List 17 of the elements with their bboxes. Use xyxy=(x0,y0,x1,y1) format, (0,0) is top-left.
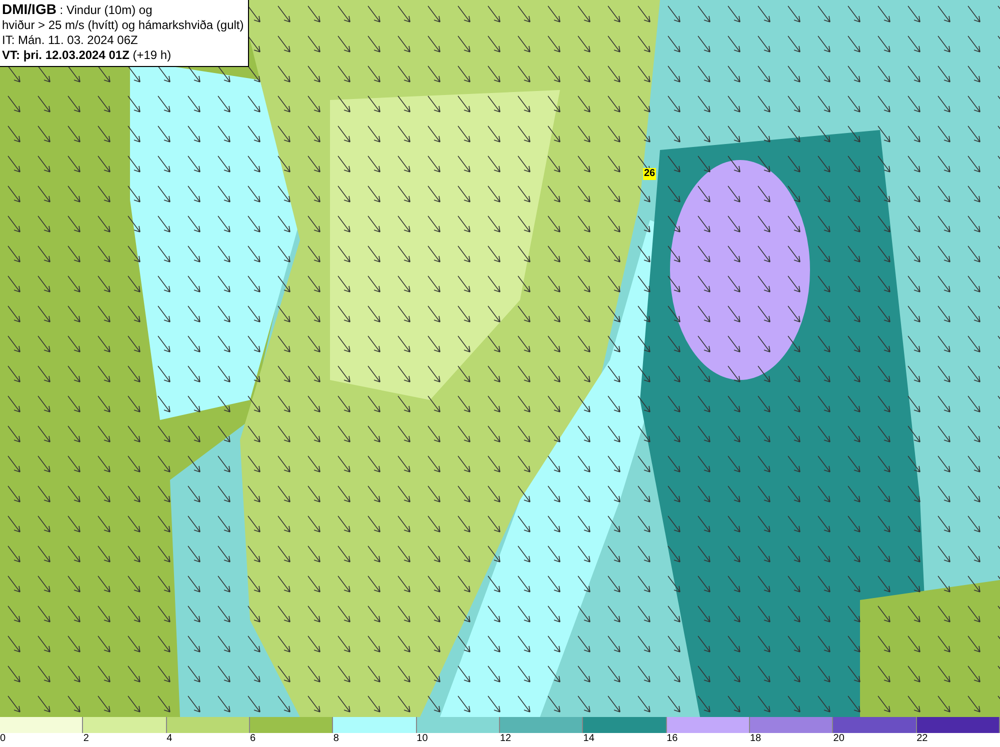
legend-label: 8 xyxy=(333,733,340,745)
legend-label: 4 xyxy=(166,733,174,745)
legend-label: 0 xyxy=(0,733,7,745)
legend-label: 16 xyxy=(666,733,679,745)
legend-label: 2 xyxy=(83,733,90,745)
legend-label: 20 xyxy=(833,733,846,745)
valid-time: VT: þri. 12.03.2024 01Z (+19 h) xyxy=(2,48,172,63)
legend-label: 6 xyxy=(250,733,257,745)
legend-label: 12 xyxy=(500,733,512,745)
issue-time: IT: Mán. 11. 03. 2024 06Z xyxy=(2,33,139,48)
legend-label: 10 xyxy=(416,733,429,745)
header-title: DMI/IGB : Vindur (10m) og xyxy=(2,2,154,18)
header-subtitle: hviður > 25 m/s (hvítt) og hámarkshviða (gult) xyxy=(2,18,244,33)
legend-label: 18 xyxy=(750,733,762,745)
legend-label: 22 xyxy=(916,733,929,745)
legend-label: 14 xyxy=(583,733,596,745)
gust-marker: 26 xyxy=(643,168,656,180)
